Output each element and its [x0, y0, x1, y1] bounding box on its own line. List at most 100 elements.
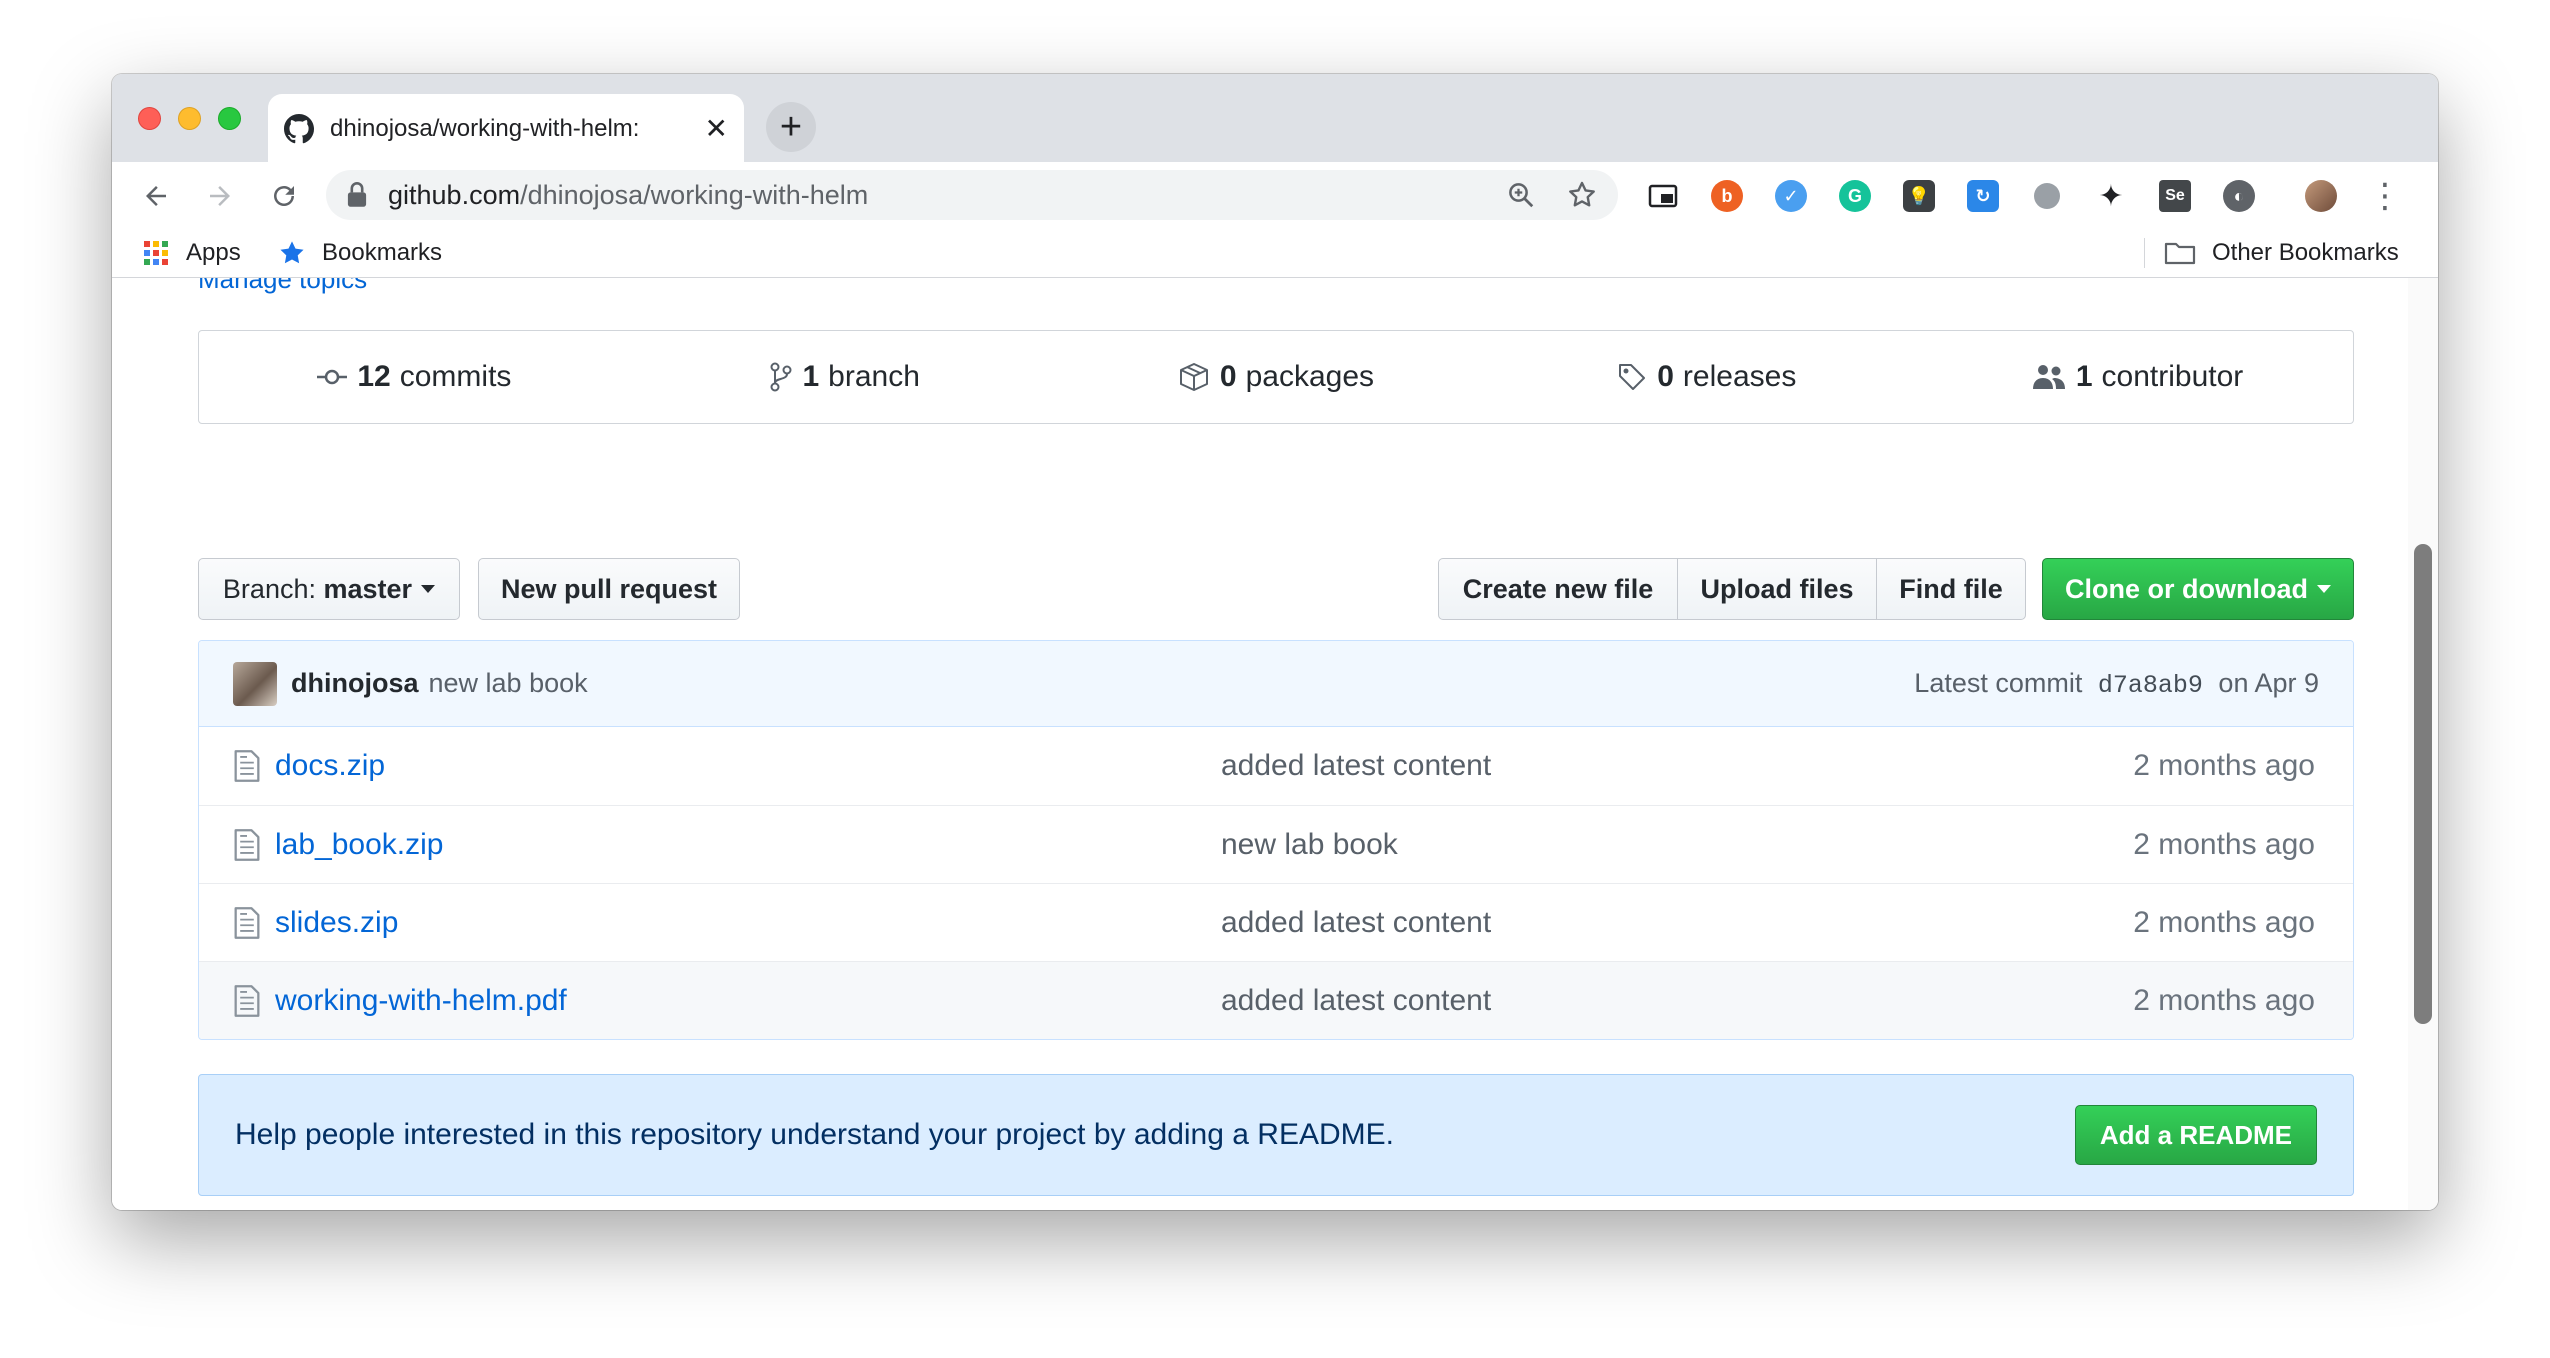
- bookmark-bookmarks[interactable]: Bookmarks: [278, 236, 442, 270]
- bookmark-other[interactable]: Other Bookmarks: [2164, 236, 2399, 270]
- table-row: working-with-helm.pdf added latest conte…: [199, 961, 2353, 1039]
- table-row: lab_book.zip new lab book 2 months ago: [199, 805, 2353, 883]
- pin-extension-icon[interactable]: ✦: [2090, 175, 2132, 217]
- url-host: github.com: [388, 179, 521, 210]
- create-new-file-button[interactable]: Create new file: [1438, 558, 1678, 620]
- forward-button[interactable]: [198, 174, 242, 218]
- scrollbar[interactable]: [2408, 278, 2438, 1210]
- page-content: Manage topics 12 commits 1 branch 0 pack…: [112, 278, 2438, 1210]
- releases-link[interactable]: 0 releases: [1491, 360, 1922, 394]
- reload-icon: [274, 186, 294, 206]
- close-window-button[interactable]: [138, 107, 161, 130]
- branch-select-button[interactable]: Branch: master: [198, 558, 460, 620]
- branch-prefix: Branch:: [222, 573, 316, 604]
- bookmark-bookmarks-label: Bookmarks: [322, 239, 443, 266]
- file-commit-message[interactable]: added latest content: [1221, 906, 2133, 940]
- new-pull-request-button[interactable]: New pull request: [478, 558, 740, 620]
- commit-author[interactable]: dhinojosa: [291, 668, 419, 699]
- refresh-extension-icon[interactable]: ↻: [1962, 175, 2004, 217]
- bookmark-other-label: Other Bookmarks: [2212, 239, 2399, 266]
- file-list: docs.zip added latest content 2 months a…: [199, 727, 2353, 1039]
- profile-avatar[interactable]: [2300, 175, 2342, 217]
- packages-link[interactable]: 0 packages: [1061, 360, 1492, 394]
- contributors-link[interactable]: 1 contributor: [1922, 360, 2353, 394]
- lightbulb-extension-icon[interactable]: 💡: [1898, 175, 1940, 217]
- latest-commit-info: Latest commit d7a8ab9 on Apr 9: [1914, 668, 2319, 700]
- author-avatar[interactable]: [233, 661, 277, 706]
- reload-button[interactable]: [262, 174, 306, 218]
- people-icon: [2032, 363, 2066, 391]
- loop-extension-icon[interactable]: ◐: [2218, 175, 2260, 217]
- find-file-button[interactable]: Find file: [1876, 558, 2026, 620]
- releases-label: releases: [1682, 360, 1797, 393]
- caret-down-icon: [2317, 585, 2331, 593]
- manage-topics-link[interactable]: Manage topics: [198, 278, 367, 295]
- scrollbar-thumb[interactable]: [2414, 544, 2432, 1024]
- grammarly-extension-icon[interactable]: G: [1834, 175, 1876, 217]
- branch-count: 1: [802, 360, 820, 393]
- file-commit-message[interactable]: new lab book: [1221, 828, 2133, 862]
- file-age: 2 months ago: [2133, 749, 2315, 782]
- bookmarks-divider: [2144, 238, 2145, 268]
- branch-name: master: [323, 573, 413, 604]
- add-readme-button[interactable]: Add a README: [2074, 1105, 2317, 1165]
- commit-sha[interactable]: d7a8ab9: [2098, 671, 2203, 700]
- arrow-left-icon: [146, 186, 166, 206]
- file-name-link[interactable]: slides.zip: [275, 906, 1221, 940]
- file-age: 2 months ago: [2133, 983, 2315, 1017]
- latest-commit-bar: dhinojosa new lab book Latest commit d7a…: [199, 641, 2353, 727]
- file-name-link[interactable]: lab_book.zip: [275, 828, 1221, 862]
- file-name-link[interactable]: docs.zip: [275, 749, 1221, 783]
- file-actions-group: Create new file Upload files Find file: [1438, 558, 2026, 620]
- circle-extension-icon[interactable]: [2026, 175, 2068, 217]
- file-icon: [234, 750, 260, 782]
- file-name-link[interactable]: working-with-helm.pdf: [275, 984, 1221, 1018]
- commit-date: on Apr 9: [2218, 667, 2319, 698]
- tag-icon: [1617, 362, 1647, 392]
- clone-download-button[interactable]: Clone or download: [2042, 558, 2354, 620]
- tab-strip: dhinojosa/working-with-helm: ✕ +: [112, 74, 2438, 164]
- bookmark-apps[interactable]: Apps: [142, 236, 241, 270]
- latest-commit-prefix: Latest commit: [1914, 667, 2083, 698]
- new-tab-button[interactable]: +: [766, 102, 816, 152]
- minimize-window-button[interactable]: [178, 107, 201, 130]
- star-icon: [280, 241, 304, 264]
- caret-down-icon: [421, 585, 436, 593]
- releases-count: 0: [1657, 360, 1674, 393]
- lock-icon: [347, 182, 367, 207]
- vimeo-extension-icon[interactable]: ✓: [1770, 175, 1812, 217]
- back-button[interactable]: [134, 174, 178, 218]
- file-age: 2 months ago: [2133, 827, 2315, 861]
- file-icon: [234, 984, 260, 1017]
- branch-icon: [770, 362, 792, 392]
- branches-link[interactable]: 1 branch: [630, 360, 1061, 394]
- extensions-bar: b ✓ G 💡 ↻ ✦ Se ◐ ⋮: [1642, 172, 2406, 220]
- bookmark-apps-label: Apps: [186, 239, 241, 266]
- close-tab-icon[interactable]: ✕: [705, 115, 728, 143]
- file-table: dhinojosa new lab book Latest commit d7a…: [198, 640, 2354, 1040]
- tab-title: dhinojosa/working-with-helm:: [330, 115, 640, 142]
- url-path: /dhinojosa/working-with-helm: [520, 179, 869, 210]
- browser-toolbar: github.com/dhinojosa/working-with-helm b…: [112, 162, 2438, 228]
- github-icon: [284, 114, 314, 144]
- contributor-label: contributor: [2101, 360, 2244, 393]
- bitly-extension-icon[interactable]: b: [1706, 175, 1748, 217]
- apps-grid-icon: [144, 241, 168, 265]
- zoom-icon[interactable]: [1506, 180, 1536, 210]
- selenium-extension-icon[interactable]: Se: [2154, 175, 2196, 217]
- commits-link[interactable]: 12 commits: [199, 360, 630, 394]
- address-bar[interactable]: github.com/dhinojosa/working-with-helm: [326, 170, 1618, 220]
- commits-label: commits: [399, 360, 512, 393]
- picture-in-picture-icon[interactable]: [1642, 175, 1684, 217]
- browser-tab[interactable]: dhinojosa/working-with-helm: ✕: [268, 94, 744, 164]
- maximize-window-button[interactable]: [218, 107, 241, 130]
- commits-count: 12: [357, 360, 391, 393]
- file-commit-message[interactable]: added latest content: [1221, 984, 2133, 1018]
- bookmark-star-icon[interactable]: [1566, 179, 1598, 211]
- menu-dots-icon[interactable]: ⋮: [2364, 175, 2406, 217]
- commit-message[interactable]: new lab book: [429, 668, 588, 699]
- upload-files-button[interactable]: Upload files: [1677, 558, 1877, 620]
- arrow-right-icon: [210, 186, 230, 206]
- file-commit-message[interactable]: added latest content: [1221, 749, 2133, 783]
- repo-stats-bar: 12 commits 1 branch 0 packages 0 release…: [198, 330, 2354, 424]
